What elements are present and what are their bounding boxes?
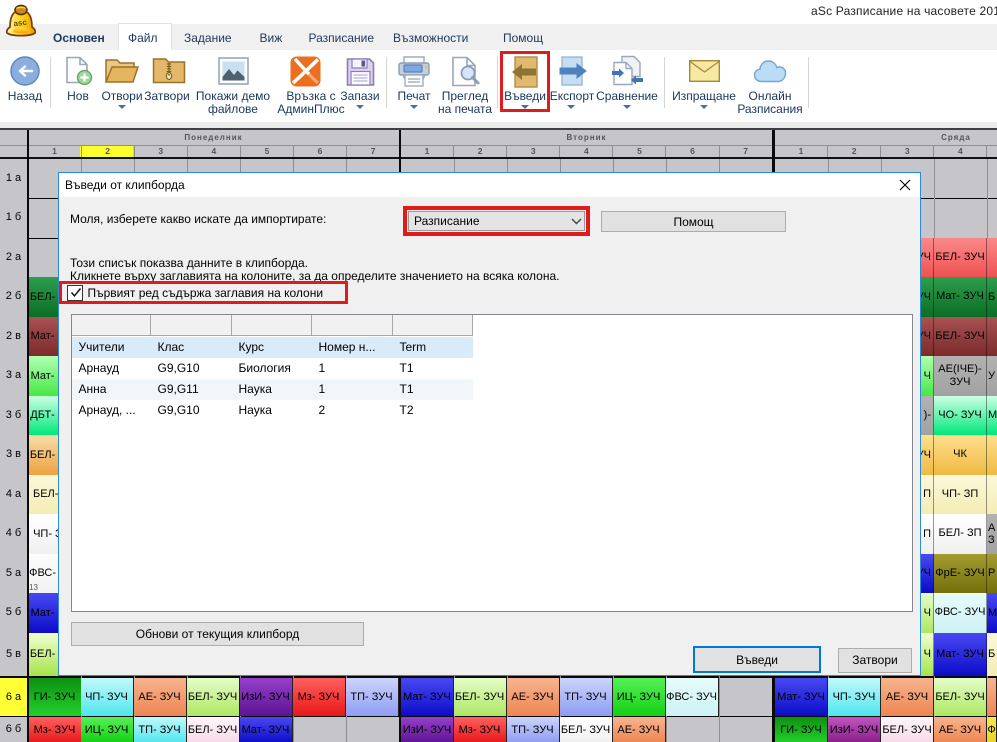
svg-text:asc: asc <box>13 18 28 29</box>
